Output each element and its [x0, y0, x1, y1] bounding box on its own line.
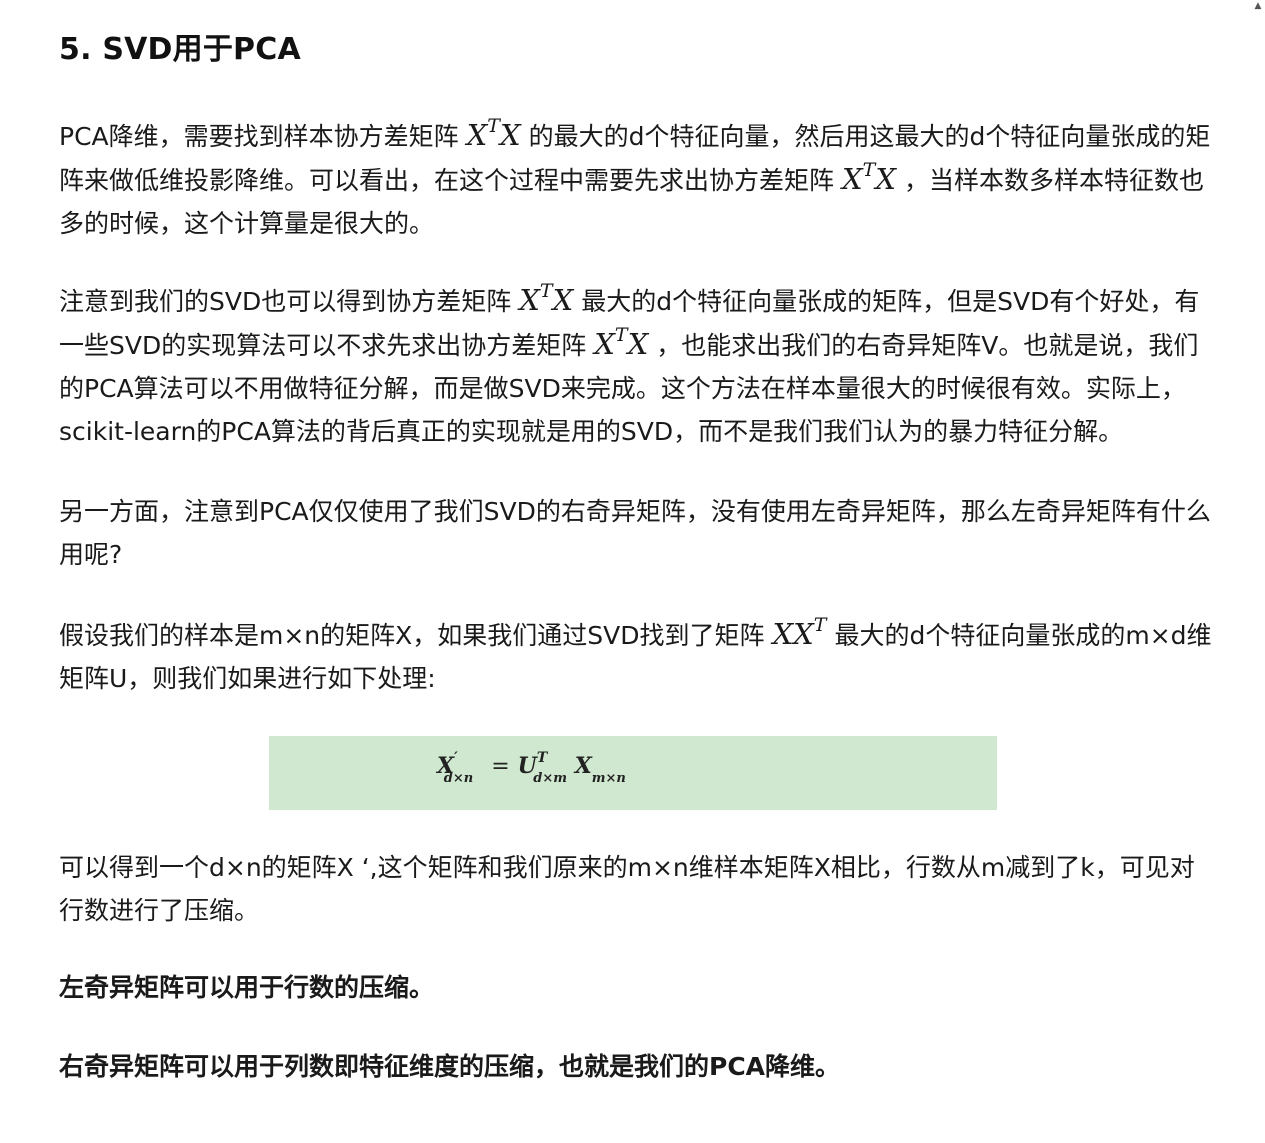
article-content: 5. SVD用于PCA PCA降维，需要找到样本协方差矩阵 XTX 的最大的d个特征… [59, 22, 1219, 1088]
formula-equation: X′d×n = UTd×m Xm×n [437, 750, 626, 786]
math-xxt: XXT [772, 614, 827, 652]
paragraph-text: 假设我们的样本是m×n的矩阵X，如果我们通过SVD找到了矩阵 [59, 621, 765, 650]
paragraph-sample-assumption: 假设我们的样本是m×n的矩阵X，如果我们通过SVD找到了矩阵 XXT 最大的d个特征… [59, 613, 1219, 700]
conclusion-left-singular: 左奇异矩阵可以用于行数的压缩。 [59, 973, 435, 1002]
formula-block: X′d×n = UTd×m Xm×n [269, 736, 997, 810]
scroll-up-arrow-icon[interactable]: ▲ [1253, 0, 1263, 12]
math-xtx: XTX [594, 324, 649, 362]
paragraph-text: 注意到我们的SVD也可以得到协方差矩阵 [59, 287, 512, 316]
paragraph-svd-benefit: 注意到我们的SVD也可以得到协方差矩阵 XTX 最大的d个特征向量张成的矩阵，但是S… [59, 279, 1219, 453]
conclusion-right-singular: 右奇异矩阵可以用于列数即特征维度的压缩，也就是我们的PCA降维。 [59, 1052, 841, 1081]
section-heading: 5. SVD用于PCA [59, 32, 301, 67]
paragraph-pca-intro: PCA降维，需要找到样本协方差矩阵 XTX 的最大的d个特征向量，然后用这最大的d个… [59, 114, 1219, 245]
math-xtx: XTX [842, 159, 897, 197]
paragraph-result: 可以得到一个d×n的矩阵X ‘,这个矩阵和我们原来的m×n维样本矩阵X相比，行数… [59, 853, 1195, 925]
vertical-scrollbar[interactable]: ▲ [1251, 0, 1265, 1143]
paragraph-text: PCA降维，需要找到样本协方差矩阵 [59, 122, 459, 151]
math-xtx: XTX [519, 280, 574, 318]
paragraph-left-singular-question: 另一方面，注意到PCA仅仅使用了我们SVD的右奇异矩阵，没有使用左奇异矩阵，那么… [59, 497, 1211, 569]
math-xtx: XTX [466, 115, 521, 153]
